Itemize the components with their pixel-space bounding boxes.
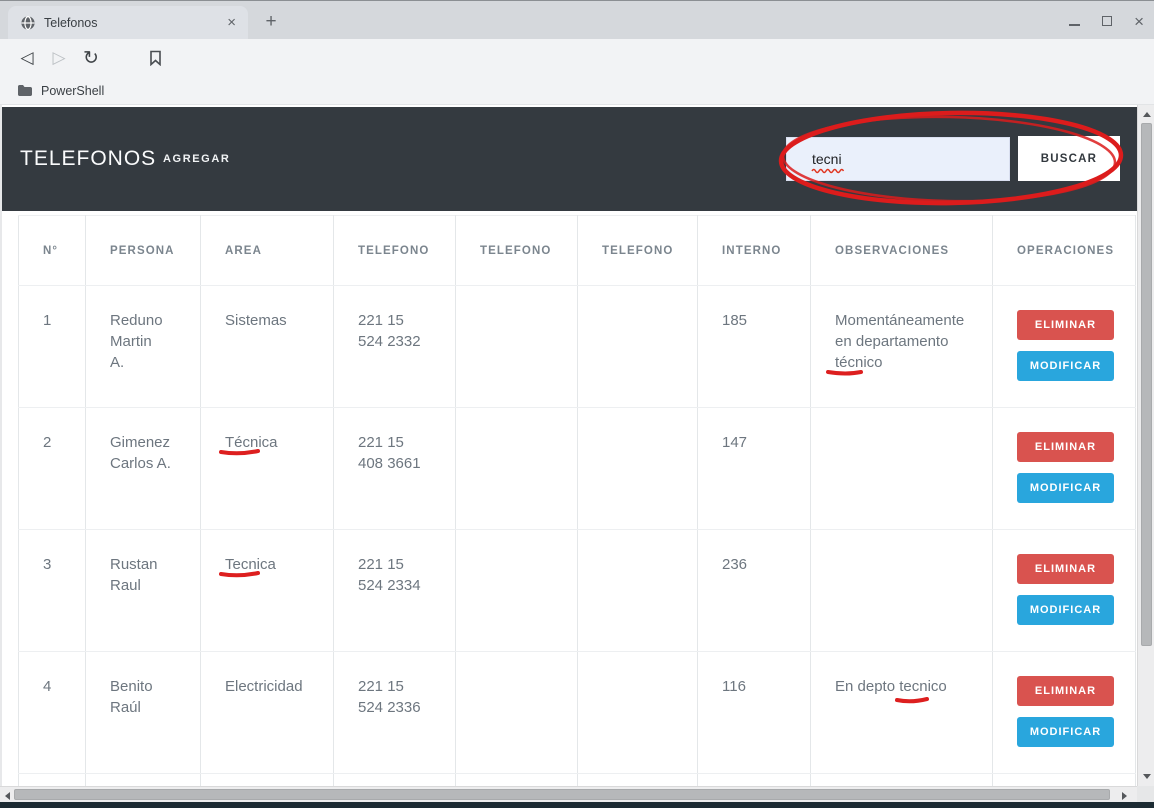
folder-icon xyxy=(18,85,32,96)
column-header: PERSONA xyxy=(86,216,201,286)
table-row xyxy=(19,774,1136,787)
vertical-scrollbar[interactable] xyxy=(1137,105,1154,786)
column-header: TELEFONO xyxy=(334,216,456,286)
cell-persona: Reduno Martin A. xyxy=(110,312,163,371)
cell-interno: 236 xyxy=(722,556,747,573)
browser-window: Telefonos × + × ◁ ▷ ↻ i localhost:3000/f… xyxy=(0,0,1154,808)
window-minimize-button[interactable] xyxy=(1069,24,1080,26)
tab-close-icon[interactable]: × xyxy=(225,14,238,31)
scrollbar-corner xyxy=(1137,786,1154,802)
eliminar-button[interactable]: ELIMINAR xyxy=(1017,676,1114,706)
cell-number: 4 xyxy=(43,678,51,695)
phones-table: N° PERSONA AREA TELEFONO TELEFONO TELEFO… xyxy=(18,215,1136,786)
modificar-button[interactable]: MODIFICAR xyxy=(1017,473,1114,503)
search-input[interactable] xyxy=(786,137,1010,181)
cell-area: Sistemas xyxy=(225,312,287,329)
page-title: TELEFONOS xyxy=(20,107,156,211)
modificar-button[interactable]: MODIFICAR xyxy=(1017,351,1114,381)
cell-area: Electricidad xyxy=(225,678,303,695)
scroll-up-arrow-icon[interactable] xyxy=(1143,112,1151,117)
cell-observaciones: En depto tecnico xyxy=(835,678,947,695)
cell-number: 3 xyxy=(43,556,51,573)
cell-telefono: 221 15 524 2334 xyxy=(358,556,421,594)
forward-icon: ▷ xyxy=(47,39,71,77)
cell-persona: Gimenez Carlos A. xyxy=(110,434,171,472)
back-icon[interactable]: ◁ xyxy=(15,39,39,77)
eliminar-button[interactable]: ELIMINAR xyxy=(1017,432,1114,462)
bookmark-powershell[interactable]: PowerShell xyxy=(41,84,104,98)
cell-telefono: 221 15 408 3661 xyxy=(358,434,421,472)
eliminar-button[interactable]: ELIMINAR xyxy=(1017,554,1114,584)
browser-toolbar: ◁ ▷ ↻ i localhost:3000/find xyxy=(0,39,1154,77)
window-maximize-button[interactable] xyxy=(1102,16,1112,26)
globe-favicon-icon xyxy=(20,15,36,31)
cell-telefono: 221 15 524 2332 xyxy=(358,312,421,350)
bookmark-icon[interactable] xyxy=(143,39,167,77)
tab-strip: Telefonos × + × xyxy=(0,1,1154,39)
modificar-button[interactable]: MODIFICAR xyxy=(1017,595,1114,625)
column-header: INTERNO xyxy=(698,216,811,286)
column-header: OPERACIONES xyxy=(993,216,1136,286)
new-tab-button[interactable]: + xyxy=(258,9,284,35)
cell-telefono: 221 15 524 2336 xyxy=(358,678,421,716)
column-header: AREA xyxy=(201,216,334,286)
table-row: 3 Rustan Raul Tecnica 221 15 524 2334 23… xyxy=(19,530,1136,652)
scroll-left-arrow-icon[interactable] xyxy=(5,792,10,800)
cell-interno: 116 xyxy=(722,678,746,695)
table-row: 1 Reduno Martin A. Sistemas 221 15 524 2… xyxy=(19,286,1136,408)
table-row: 4 Benito Raúl Electricidad 221 15 524 23… xyxy=(19,652,1136,774)
window-bottom-edge xyxy=(0,802,1154,808)
cell-number: 1 xyxy=(43,312,51,329)
buscar-button[interactable]: BUSCAR xyxy=(1018,136,1120,181)
column-header: TELEFONO xyxy=(578,216,698,286)
scroll-down-arrow-icon[interactable] xyxy=(1143,774,1151,779)
agregar-link[interactable]: AGREGAR xyxy=(163,107,230,211)
table-header-row: N° PERSONA AREA TELEFONO TELEFONO TELEFO… xyxy=(19,216,1136,286)
modificar-button[interactable]: MODIFICAR xyxy=(1017,717,1114,747)
cell-interno: 147 xyxy=(722,434,747,451)
reload-icon[interactable]: ↻ xyxy=(79,39,103,77)
horizontal-scrollbar-thumb[interactable] xyxy=(14,789,1110,800)
tab-telefonos[interactable]: Telefonos × xyxy=(8,6,248,39)
window-edge xyxy=(0,105,2,786)
tab-title: Telefonos xyxy=(44,16,225,30)
bookmarks-bar: PowerShell xyxy=(0,77,1154,105)
cell-persona: Rustan Raul xyxy=(110,556,158,594)
cell-interno: 185 xyxy=(722,312,747,329)
app-header: TELEFONOS AGREGAR BUSCAR xyxy=(2,107,1137,211)
column-header: OBSERVACIONES xyxy=(811,216,993,286)
horizontal-scrollbar[interactable] xyxy=(0,786,1137,802)
column-header: TELEFONO xyxy=(456,216,578,286)
vertical-scrollbar-thumb[interactable] xyxy=(1141,123,1152,646)
cell-area: Tecnica xyxy=(225,556,276,573)
cell-number: 2 xyxy=(43,434,51,451)
eliminar-button[interactable]: ELIMINAR xyxy=(1017,310,1114,340)
cell-persona: Benito Raúl xyxy=(110,678,153,716)
window-close-button[interactable]: × xyxy=(1134,13,1144,30)
scroll-right-arrow-icon[interactable] xyxy=(1122,792,1127,800)
table-row: 2 Gimenez Carlos A. Técnica 221 15 408 3… xyxy=(19,408,1136,530)
page-viewport: TELEFONOS AGREGAR BUSCAR N° PERSONA AREA… xyxy=(0,105,1137,786)
column-header: N° xyxy=(19,216,86,286)
cell-area: Técnica xyxy=(225,434,278,451)
cell-observaciones: Momentáneamente en departamento técnico xyxy=(835,312,964,371)
